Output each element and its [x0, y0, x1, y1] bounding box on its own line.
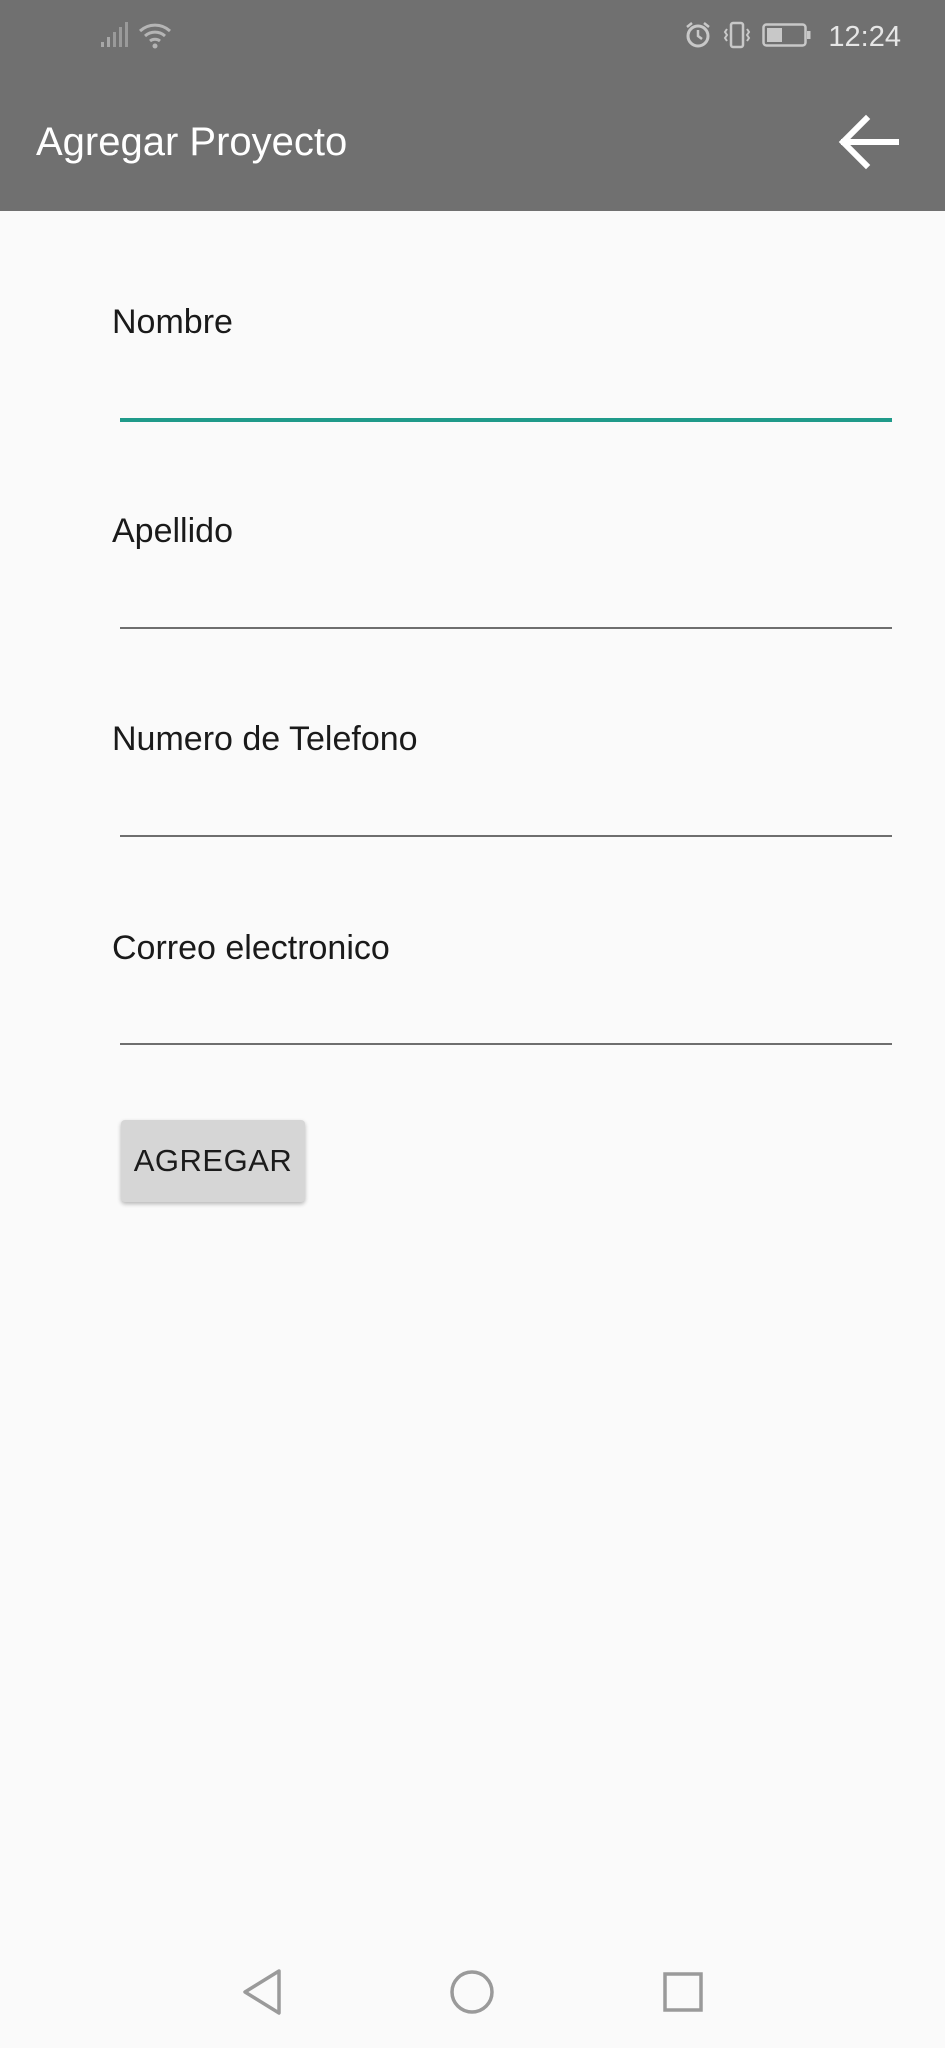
nombre-label: Nombre [112, 303, 233, 341]
recents-square-icon [661, 1970, 705, 2019]
nav-home-button[interactable] [440, 1962, 504, 2026]
nav-recents-button[interactable] [651, 1962, 715, 2026]
nombre-input[interactable] [120, 362, 892, 418]
back-triangle-icon [239, 1967, 285, 2022]
signal-icon [100, 21, 130, 54]
apellido-input[interactable] [120, 570, 892, 626]
correo-input[interactable] [120, 987, 892, 1043]
home-circle-icon [448, 1968, 496, 2021]
telefono-input[interactable] [120, 778, 892, 834]
nav-back-button[interactable] [230, 1962, 294, 2026]
apellido-underline [120, 627, 892, 629]
status-left [100, 20, 172, 54]
status-right: 12:24 [684, 20, 901, 54]
wifi-icon [138, 21, 172, 54]
app-bar: Agregar Proyecto [0, 74, 945, 211]
apellido-label: Apellido [112, 512, 233, 550]
telefono-underline [120, 835, 892, 837]
nav-bar [0, 1940, 945, 2048]
back-button[interactable] [829, 104, 909, 184]
status-bar: 12:24 [0, 0, 945, 74]
battery-icon [762, 22, 812, 53]
correo-label: Correo electronico [112, 929, 390, 967]
correo-underline [120, 1043, 892, 1045]
arrow-back-icon [838, 114, 900, 175]
app-title: Agregar Proyecto [36, 120, 348, 164]
agregar-button[interactable]: AGREGAR [121, 1120, 305, 1202]
screen: 12:24 Agregar Proyecto Nombre Apellido N… [0, 0, 945, 2048]
nombre-underline [120, 418, 892, 422]
vibrate-icon [722, 21, 752, 54]
telefono-label: Numero de Telefono [112, 720, 418, 758]
alarm-icon [684, 21, 712, 54]
status-time: 12:24 [828, 20, 901, 53]
